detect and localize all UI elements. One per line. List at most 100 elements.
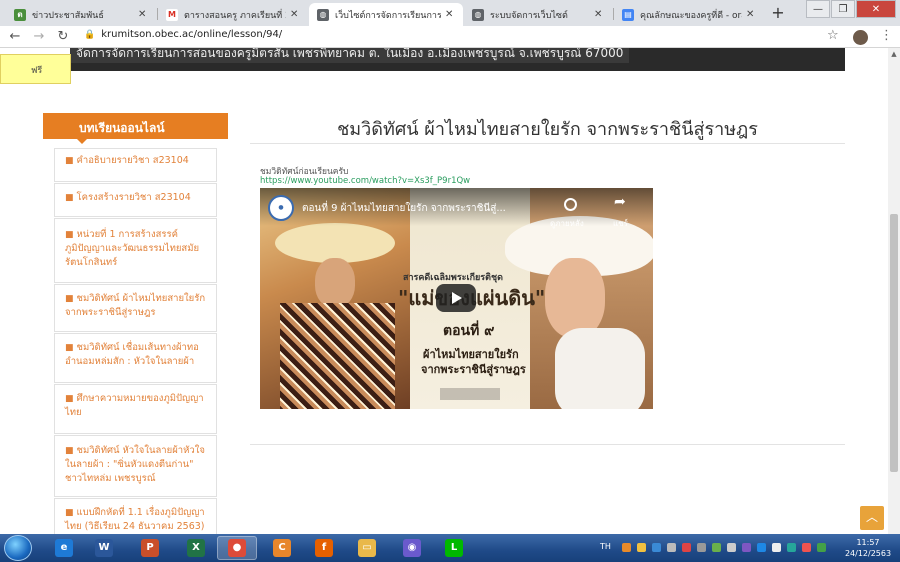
lesson-label: โครงสร้างรายวิชา ส23104 xyxy=(76,192,191,203)
clock-icon[interactable] xyxy=(564,198,577,211)
tray-app-icon[interactable] xyxy=(757,543,766,552)
windows-start-icon[interactable] xyxy=(4,535,32,561)
channel-logo-icon[interactable]: ● xyxy=(268,195,294,221)
close-icon[interactable]: ✕ xyxy=(445,9,455,20)
minimize-button[interactable]: — xyxy=(806,0,830,18)
watch-later-label[interactable]: ดูภายหลัง xyxy=(550,217,584,230)
taskbar-app-button[interactable]: ▭ xyxy=(347,536,387,560)
browser-tab-3-active[interactable]: ◍ เว็บไซต์การจัดการเรียนการสอนของครู ✕ xyxy=(309,3,463,26)
lesson-item[interactable]: ■ โครงสร้างรายวิชา ส23104 xyxy=(54,183,217,217)
clock-time: 11:57 xyxy=(856,538,880,547)
tray-app-icon[interactable] xyxy=(742,543,751,552)
video-thumbnail-scarf xyxy=(555,328,645,409)
tray-app-icon[interactable] xyxy=(802,543,811,552)
reload-icon[interactable]: ↻ xyxy=(54,28,72,46)
tab-label: คุณลักษณะของครูที่ดี - oratha xyxy=(640,10,742,21)
doc-icon: ต xyxy=(14,8,26,21)
taskbar-app-button[interactable]: L xyxy=(434,536,474,560)
lesson-label: ชมวิดิทัศน์ หัวใจในลายผ้าหัวใจในลายผ้า :… xyxy=(65,445,205,484)
windows-taskbar: e W P X ● Cf ▭ ◉ L TH 11:57 24/12/2563 xyxy=(0,534,900,562)
scroll-thumb[interactable] xyxy=(890,214,898,472)
lesson-item[interactable]: ■ ชมวิดิทัศน์ ผ้าไหมไทยสายใยรัก จากพระราช… xyxy=(54,284,217,332)
profile-avatar[interactable] xyxy=(853,30,868,45)
tray-app-icon[interactable] xyxy=(712,543,721,552)
lesson-label: หน่วยที่ 1 การสร้างสรรค์ภูมิปัญญาและวัฒน… xyxy=(65,229,200,268)
tray-app-icon[interactable] xyxy=(637,543,646,552)
browser-tab-2[interactable]: M ตารางสอนครู ภาคเรียนที่ 2 ปีการศึกษา ✕ xyxy=(158,3,308,26)
bluetooth-icon[interactable] xyxy=(787,543,796,552)
url-text: krumitson.obec.ac/online/lesson/94/ xyxy=(101,29,283,40)
lesson-item[interactable]: ■ คำอธิบายรายวิชา ส23104 xyxy=(54,148,217,182)
bookmark-star-icon[interactable]: ☆ xyxy=(827,28,839,43)
close-icon[interactable]: ✕ xyxy=(290,9,300,20)
tray-app-icon[interactable] xyxy=(772,543,781,552)
address-bar[interactable]: 🔒 krumitson.obec.ac/online/lesson/94/ xyxy=(84,29,282,40)
forward-arrow-icon[interactable]: → xyxy=(30,28,48,46)
tray-app-icon[interactable] xyxy=(652,543,661,552)
browser-tab-4[interactable]: ◍ ระบบจัดการเว็บไซต์ ✕ xyxy=(464,3,612,26)
video-thumbnail-hat xyxy=(275,223,395,263)
globe-icon: ◍ xyxy=(472,8,484,21)
lesson-item[interactable]: ■ หน่วยที่ 1 การสร้างสรรค์ภูมิปัญญาและวัฒ… xyxy=(54,218,217,283)
taskbar-app-button[interactable]: ◉ xyxy=(392,536,432,560)
video-link[interactable]: https://www.youtube.com/watch?v=Xs3f_P9r… xyxy=(260,176,470,186)
video-thumbnail-face xyxy=(545,258,605,338)
close-icon[interactable]: ✕ xyxy=(138,9,148,20)
close-icon[interactable]: ✕ xyxy=(594,9,604,20)
back-arrow-icon[interactable]: ← xyxy=(6,28,24,46)
maximize-button[interactable]: ❐ xyxy=(831,0,855,18)
tray-app-icon[interactable] xyxy=(817,543,826,552)
lesson-item[interactable]: ■ ชมวิดิทัศน์ หัวใจในลายผ้าหัวใจในลายผ้า … xyxy=(54,435,217,497)
video-thumbnail-face xyxy=(315,258,355,308)
lesson-item[interactable]: ■ ชมวิดิทัศน์ เชื่อมเส้นทางผ้าทอ อำนอมหล่… xyxy=(54,333,217,383)
tab-label: ระบบจัดการเว็บไซต์ xyxy=(490,10,568,21)
book-icon: ■ xyxy=(65,156,74,166)
lesson-item[interactable]: ■ แบบฝึกหัดที่ 1.1 เรื่องภูมิปัญญาไทย (วิ… xyxy=(54,498,217,534)
tab-label: เว็บไซต์การจัดการเรียนการสอนของครู xyxy=(335,10,441,21)
chrome-icon: ● xyxy=(228,539,246,557)
yellow-note-box: ฟรี xyxy=(0,54,71,84)
doc-icon: ▤ xyxy=(622,8,634,21)
word-icon: W xyxy=(95,539,113,557)
video-title[interactable]: ตอนที่ 9 ผ้าไหมไทยสายใยรัก จากพระราชินีส… xyxy=(302,201,506,216)
lesson-label: ชมวิดิทัศน์ ผ้าไหมไทยสายใยรัก จากพระราชิ… xyxy=(65,293,206,318)
taskbar-app-button[interactable]: P xyxy=(130,536,170,560)
divider xyxy=(250,143,845,144)
tray-app-icon[interactable] xyxy=(682,543,691,552)
book-icon: ■ xyxy=(65,193,74,203)
youtube-video-embed[interactable]: ● ตอนที่ 9 ผ้าไหมไทยสายใยรัก จากพระราชิน… xyxy=(260,188,653,409)
taskbar-app-button[interactable]: W xyxy=(84,536,124,560)
close-icon[interactable]: ✕ xyxy=(746,9,756,20)
divider xyxy=(250,444,845,445)
browser-tab-5[interactable]: ▤ คุณลักษณะของครูที่ดี - oratha ✕ xyxy=(614,3,764,26)
play-icon[interactable] xyxy=(436,284,476,312)
video-footer-logo xyxy=(440,388,500,400)
share-label[interactable]: แชร์ xyxy=(613,217,628,230)
volume-icon[interactable] xyxy=(667,543,676,552)
tray-app-icon[interactable] xyxy=(727,543,736,552)
tray-app-icon[interactable] xyxy=(622,543,631,552)
taskbar-app-button[interactable]: f xyxy=(304,536,344,560)
network-icon[interactable] xyxy=(697,543,706,552)
banner-text: จัดการจัดการเรียนการสอนของครูมิตรสัน เพช… xyxy=(70,48,630,63)
taskbar-app-button[interactable]: X xyxy=(176,536,216,560)
system-clock[interactable]: 11:57 24/12/2563 xyxy=(840,537,896,559)
taskbar-app-button[interactable]: ● xyxy=(217,536,257,560)
scroll-up-arrow-icon[interactable]: ▲ xyxy=(888,48,900,60)
book-icon: ■ xyxy=(65,230,74,240)
browser-tab-1[interactable]: ต ข่าวประชาสัมพันธ์ ✕ xyxy=(6,3,156,26)
tab-label: ข่าวประชาสัมพันธ์ xyxy=(32,10,104,21)
video-caption-2: จากพระราชินีสู่ราษฎร xyxy=(421,363,526,376)
menu-dots-icon[interactable]: ⋮ xyxy=(880,28,893,43)
lesson-label: คำอธิบายรายวิชา ส23104 xyxy=(76,155,189,166)
page-scrollbar[interactable]: ▲ xyxy=(888,48,900,534)
new-tab-button[interactable]: + xyxy=(768,4,788,24)
clock-date: 24/12/2563 xyxy=(844,549,892,558)
back-to-top-button[interactable]: ︿ xyxy=(860,506,884,530)
language-indicator[interactable]: TH xyxy=(600,542,611,551)
taskbar-app-button[interactable]: C xyxy=(262,536,302,560)
taskbar-app-button[interactable]: e xyxy=(44,536,84,560)
lesson-item[interactable]: ■ ศึกษาความหมายของภูมิปัญญาไทย xyxy=(54,384,217,434)
window-close-button[interactable]: ✕ xyxy=(856,0,896,18)
share-icon[interactable]: ➦ xyxy=(614,194,626,210)
